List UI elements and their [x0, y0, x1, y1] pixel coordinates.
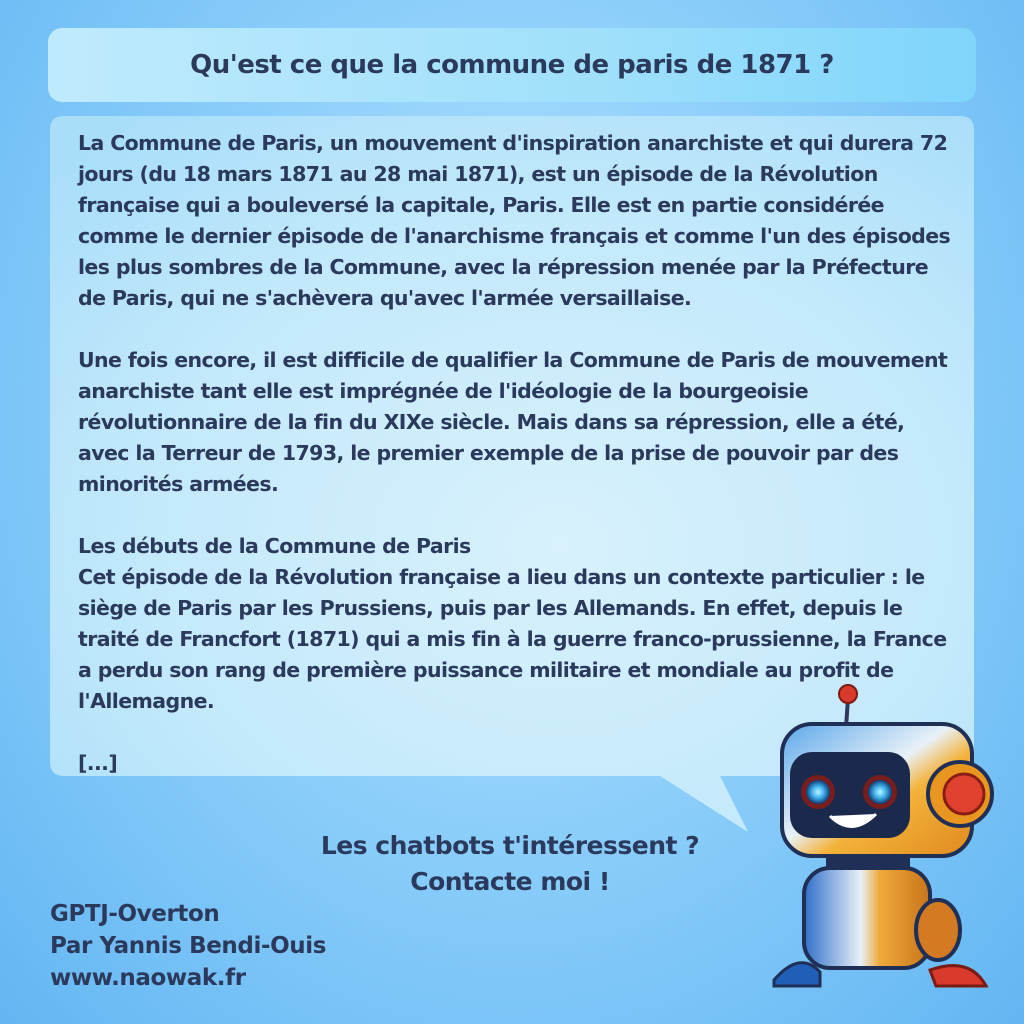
robot-mascot-icon	[772, 684, 994, 988]
website-link[interactable]: www.naowak.fr	[50, 962, 326, 994]
cta-line-2: Contacte moi !	[410, 867, 610, 896]
answer-paragraph-1: La Commune de Paris, un mouvement d'insp…	[78, 131, 951, 310]
question-bubble: Qu'est ce que la commune de paris de 187…	[48, 28, 976, 102]
credits: GPTJ-Overton Par Yannis Bendi-Ouis www.n…	[50, 898, 326, 994]
call-to-action: Les chatbots t'intéressent ? Contacte mo…	[300, 828, 720, 900]
bot-name: GPTJ-Overton	[50, 901, 220, 927]
cta-line-1: Les chatbots t'intéressent ?	[320, 831, 700, 860]
answer-paragraph-2: Une fois encore, il est difficile de qua…	[78, 348, 948, 496]
question-title: Qu'est ce que la commune de paris de 187…	[190, 50, 834, 80]
section-heading: Les débuts de la Commune de Paris	[78, 534, 471, 558]
author-name: Par Yannis Bendi-Ouis	[50, 933, 327, 959]
